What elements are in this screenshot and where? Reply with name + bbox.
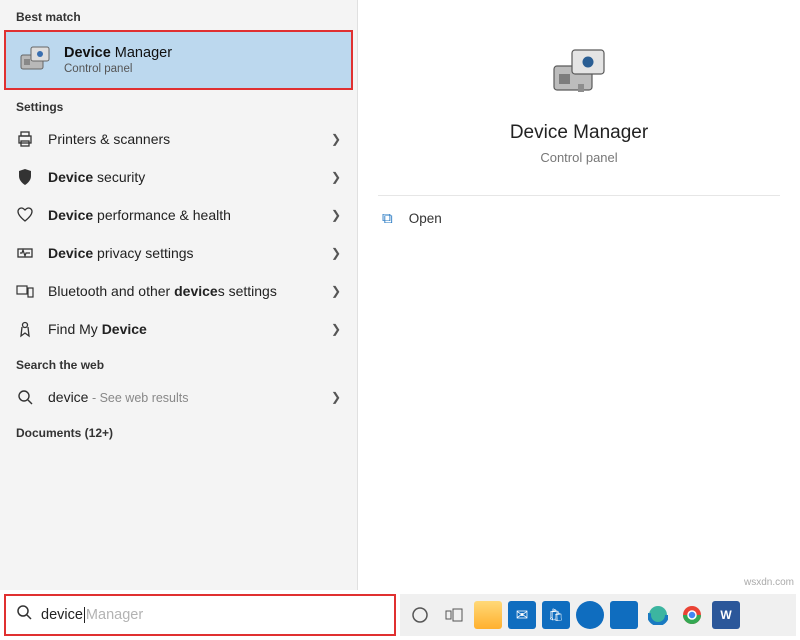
- best-match-text: Device Manager Control panel: [64, 45, 172, 75]
- devices-icon: [14, 280, 36, 302]
- results-panel: Best match Device Manager Control panel …: [0, 0, 358, 590]
- task-view-icon[interactable]: [440, 601, 468, 629]
- search-icon: [16, 604, 33, 626]
- settings-label: Find My Device: [48, 321, 323, 337]
- settings-item-bluetooth[interactable]: Bluetooth and other devices settings ❯: [0, 272, 357, 310]
- best-match-item[interactable]: Device Manager Control panel: [4, 30, 353, 90]
- diagnostics-icon: [14, 242, 36, 264]
- detail-subtitle: Control panel: [358, 150, 800, 165]
- explorer-icon[interactable]: [474, 601, 502, 629]
- search-input[interactable]: device Manager: [4, 594, 396, 636]
- settings-item-find-my-device[interactable]: Find My Device ❯: [0, 310, 357, 348]
- open-icon: ⧉: [382, 210, 393, 227]
- section-search-web: Search the web: [0, 348, 357, 378]
- shield-icon: [14, 166, 36, 188]
- edge-icon[interactable]: [644, 601, 672, 629]
- settings-label: Device security: [48, 169, 323, 185]
- detail-title: Device Manager: [358, 122, 800, 144]
- word-icon[interactable]: W: [712, 601, 740, 629]
- web-search-item[interactable]: device - See web results ❯: [0, 378, 357, 416]
- chevron-right-icon: ❯: [331, 170, 341, 184]
- section-settings: Settings: [0, 90, 357, 120]
- settings-item-device-performance[interactable]: Device performance & health ❯: [0, 196, 357, 234]
- settings-item-device-privacy[interactable]: Device privacy settings ❯: [0, 234, 357, 272]
- section-best-match: Best match: [0, 0, 357, 30]
- settings-label: Device performance & health: [48, 207, 323, 223]
- settings-label: Device privacy settings: [48, 245, 323, 261]
- chevron-right-icon: ❯: [331, 390, 341, 404]
- settings-item-printers[interactable]: Printers & scanners ❯: [0, 120, 357, 158]
- chrome-icon[interactable]: [678, 601, 706, 629]
- settings-item-device-security[interactable]: Device security ❯: [0, 158, 357, 196]
- watermark: wsxdn.com: [744, 577, 794, 588]
- chevron-right-icon: ❯: [331, 322, 341, 336]
- web-search-label: device - See web results: [48, 389, 323, 405]
- section-documents: Documents (12+): [0, 416, 357, 446]
- settings-label: Bluetooth and other devices settings: [48, 283, 323, 299]
- chevron-right-icon: ❯: [331, 246, 341, 260]
- open-button[interactable]: ⧉ Open: [358, 196, 800, 241]
- search-typed-text: device: [41, 607, 83, 623]
- text-cursor: [84, 607, 85, 623]
- heart-icon: [14, 204, 36, 226]
- footer: device Manager ✉ 🛍 W: [0, 590, 800, 640]
- chevron-right-icon: ❯: [331, 132, 341, 146]
- open-label: Open: [409, 211, 442, 226]
- app-icon[interactable]: [610, 601, 638, 629]
- search-suggestion-text: Manager: [86, 607, 143, 623]
- mail-icon[interactable]: ✉: [508, 601, 536, 629]
- chevron-right-icon: ❯: [331, 284, 341, 298]
- chevron-right-icon: ❯: [331, 208, 341, 222]
- store-icon[interactable]: 🛍: [542, 601, 570, 629]
- location-icon: [14, 318, 36, 340]
- settings-label: Printers & scanners: [48, 131, 323, 147]
- device-manager-large-icon: [547, 40, 611, 104]
- detail-panel: Device Manager Control panel ⧉ Open: [358, 0, 800, 590]
- search-icon: [14, 386, 36, 408]
- taskbar: ✉ 🛍 W: [400, 594, 796, 636]
- device-manager-icon: [18, 42, 54, 78]
- dell-icon[interactable]: [576, 601, 604, 629]
- cortana-icon[interactable]: [406, 601, 434, 629]
- printer-icon: [14, 128, 36, 150]
